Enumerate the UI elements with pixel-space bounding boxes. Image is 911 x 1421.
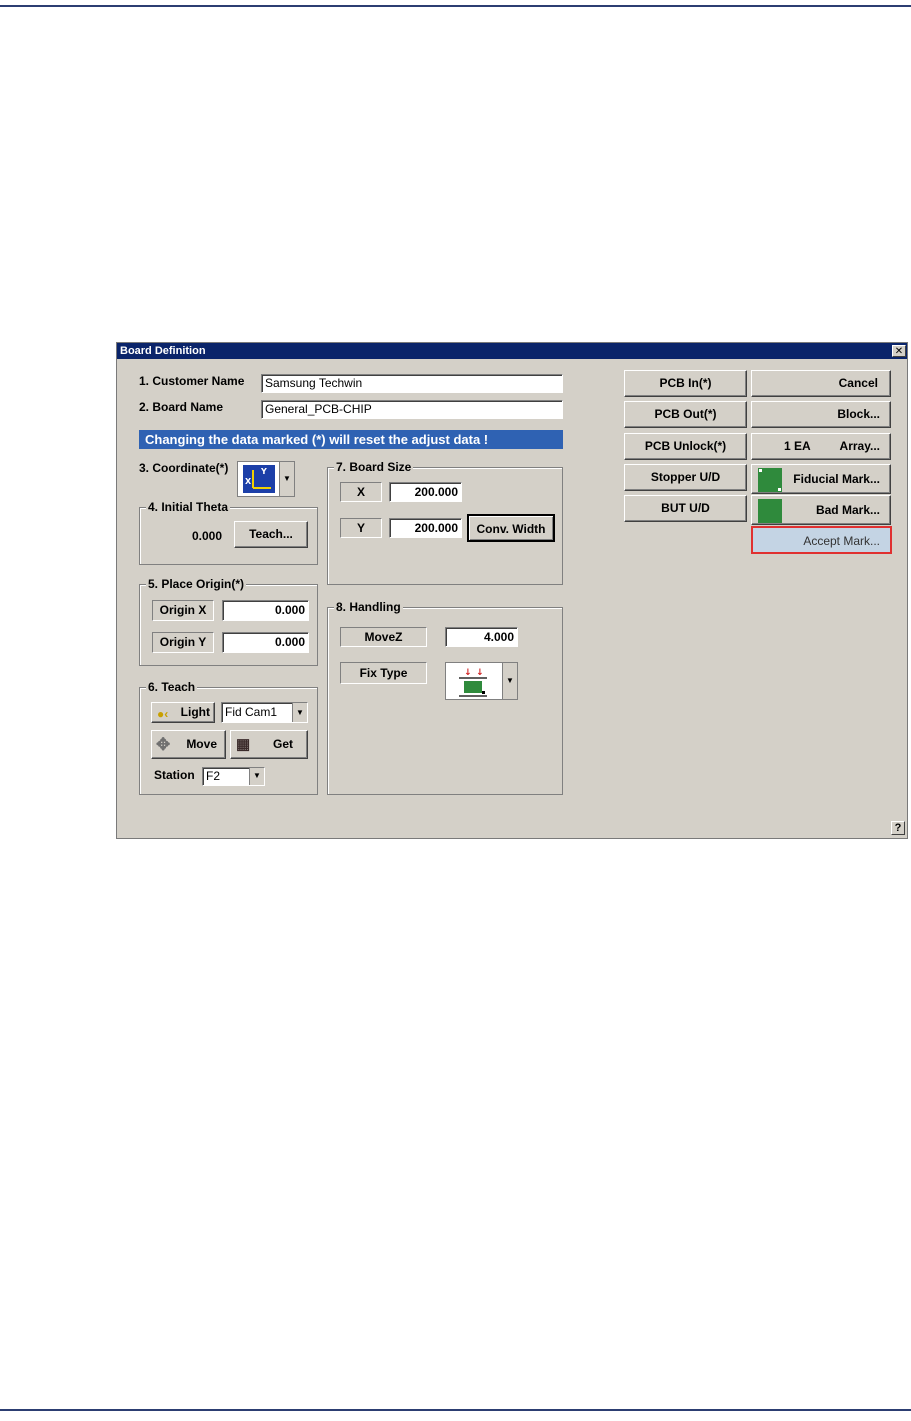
camera-select-value: Fid Cam1 [225, 705, 278, 719]
array-count: 1 EA [784, 439, 811, 453]
light-button-label: Light [180, 705, 210, 719]
stopper-ud-button[interactable]: Stopper U/D [624, 464, 747, 491]
fiducial-mark-button[interactable]: Fiducial Mark... [751, 464, 891, 494]
fix-type-label: Fix Type [340, 662, 427, 684]
close-button[interactable]: ✕ [892, 345, 906, 357]
bottom-page-rule [0, 1409, 911, 1411]
svg-text:X: X [245, 477, 252, 486]
svg-text:↓: ↓ [464, 668, 472, 678]
light-button[interactable]: ●‹ Light [151, 702, 215, 723]
origin-y-input[interactable]: 0.000 [222, 632, 309, 653]
station-select[interactable]: F2 ▼ [202, 767, 265, 786]
initial-theta-value: 0.000 [192, 529, 223, 543]
pcb-unlock-button[interactable]: PCB Unlock(*) [624, 433, 747, 460]
cancel-button[interactable]: Cancel [751, 370, 891, 397]
chevron-down-icon: ▼ [502, 663, 517, 699]
but-ud-button[interactable]: BUT U/D [624, 495, 747, 522]
fiducial-board-icon [758, 468, 782, 492]
reset-warning-banner: Changing the data marked (*) will reset … [139, 430, 563, 449]
teach-button[interactable]: Teach... [234, 521, 308, 548]
pcb-in-button[interactable]: PCB In(*) [624, 370, 747, 397]
origin-x-input[interactable]: 0.000 [222, 600, 309, 621]
coordinate-axes-icon: Y X [243, 465, 275, 493]
place-origin-title: 5. Place Origin(*) [146, 577, 247, 591]
teach-title: 6. Teach [146, 680, 198, 694]
light-bulb-icon: ●‹ [157, 707, 169, 721]
dialog-title: Board Definition [120, 345, 206, 357]
board-name-input[interactable]: General_PCB-CHIP [261, 400, 563, 419]
help-button[interactable]: ? [891, 821, 905, 835]
array-button[interactable]: 1 EA Array... [751, 433, 891, 460]
station-label: Station [154, 768, 195, 782]
board-size-y-input[interactable]: 200.000 [389, 518, 462, 538]
initial-theta-group: 4. Initial Theta 0.000 Teach... [139, 500, 318, 565]
camera-select[interactable]: Fid Cam1 ▼ [221, 702, 308, 723]
conv-width-button[interactable]: Conv. Width [467, 514, 555, 542]
movez-input[interactable]: 4.000 [445, 627, 518, 647]
bad-mark-button[interactable]: Bad Mark... [751, 495, 891, 525]
move-button[interactable]: ✥ Move [151, 730, 226, 759]
array-button-label: Array... [839, 439, 880, 453]
get-button[interactable]: ▦ Get [230, 730, 308, 759]
chevron-down-icon: ▼ [279, 462, 294, 496]
move-button-label: Move [186, 737, 217, 751]
chevron-down-icon: ▼ [249, 768, 264, 785]
handling-group: 8. Handling MoveZ 4.000 Fix Type ↓ ↓ ▼ [327, 600, 563, 795]
fiducial-mark-label: Fiducial Mark... [793, 472, 880, 486]
board-definition-dialog: Board Definition ✕ 1. Customer Name Sams… [116, 342, 908, 839]
board-size-x-label: X [340, 482, 382, 502]
grid-measure-icon: ▦ [236, 736, 251, 753]
svg-text:Y: Y [260, 467, 267, 476]
dialog-titlebar: Board Definition ✕ [117, 343, 907, 359]
board-name-label: 2. Board Name [139, 400, 224, 414]
teach-group: 6. Teach ●‹ Light Fid Cam1 ▼ ✥ Move ▦ Ge… [139, 680, 318, 795]
accept-mark-button[interactable]: Accept Mark... [751, 526, 892, 554]
board-size-group: 7. Board Size X 200.000 Y 200.000 Conv. … [327, 460, 563, 585]
coordinate-label: 3. Coordinate(*) [139, 461, 229, 475]
board-size-y-label: Y [340, 518, 382, 538]
bad-mark-label: Bad Mark... [815, 503, 880, 517]
get-button-label: Get [272, 737, 293, 751]
place-origin-group: 5. Place Origin(*) Origin X 0.000 Origin… [139, 577, 318, 666]
board-clamp-icon: ↓ ↓ [459, 668, 487, 697]
bad-board-icon [758, 499, 782, 523]
origin-y-label: Origin Y [152, 632, 214, 653]
chevron-down-icon: ▼ [292, 703, 307, 722]
customer-name-label: 1. Customer Name [139, 374, 245, 388]
fix-type-select[interactable]: ↓ ↓ ▼ [445, 662, 518, 700]
top-page-rule [0, 5, 911, 7]
board-size-x-input[interactable]: 200.000 [389, 482, 462, 502]
customer-name-input[interactable]: Samsung Techwin [261, 374, 563, 393]
movez-label: MoveZ [340, 627, 427, 647]
origin-x-label: Origin X [152, 600, 214, 621]
coordinate-select[interactable]: Y X ▼ [237, 461, 295, 497]
station-select-value: F2 [206, 769, 221, 783]
initial-theta-title: 4. Initial Theta [146, 500, 231, 514]
handling-title: 8. Handling [334, 600, 403, 614]
board-size-title: 7. Board Size [334, 460, 414, 474]
move-arrows-icon: ✥ [156, 735, 171, 754]
svg-text:↓: ↓ [476, 668, 484, 678]
pcb-out-button[interactable]: PCB Out(*) [624, 401, 747, 428]
block-button[interactable]: Block... [751, 401, 891, 428]
